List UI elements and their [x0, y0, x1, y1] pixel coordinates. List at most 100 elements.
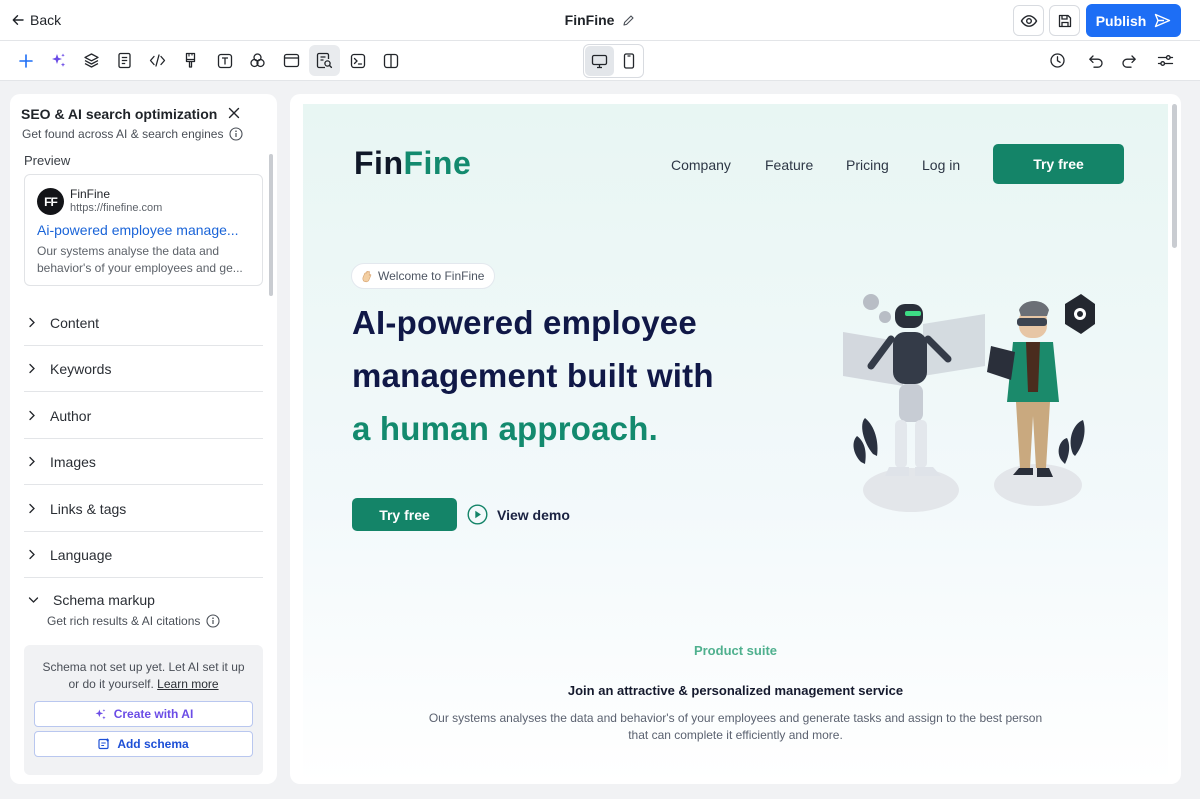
top-bar: Back FinFine Publish — [0, 0, 1200, 41]
history-icon — [1050, 53, 1065, 68]
panel-subtitle: Get found across AI & search engines — [22, 127, 244, 141]
layers-button[interactable] — [76, 45, 107, 76]
preview-description-line: behavior's of your employees and ge... — [37, 261, 243, 275]
publish-label: Publish — [1095, 12, 1147, 29]
preview-site-name: FinFine — [70, 187, 111, 201]
redo-icon — [1121, 54, 1136, 68]
sparkles-icon — [52, 53, 66, 67]
section-label: Keywords — [50, 360, 112, 377]
canvas-scrollbar[interactable] — [1172, 104, 1177, 248]
chevron-right-icon — [29, 456, 35, 467]
close-icon — [228, 107, 240, 119]
seo-panel: SEO & AI search optimization Get found a… — [10, 94, 277, 784]
view-demo-button[interactable]: View demo — [467, 504, 570, 525]
close-panel-button[interactable] — [227, 106, 241, 125]
save-icon — [1058, 14, 1071, 27]
add-schema-label: Add schema — [117, 737, 189, 751]
section-keywords[interactable]: Keywords — [24, 346, 263, 392]
settings-sliders-icon — [1157, 55, 1174, 66]
panel-title: SEO & AI search optimization — [21, 106, 218, 122]
redo-button[interactable] — [1113, 45, 1144, 76]
schema-message-line: Schema not set up yet. Let AI set it up — [42, 660, 245, 674]
add-element-button[interactable] — [10, 45, 41, 76]
hero-try-free-button[interactable]: Try free — [352, 498, 457, 531]
code-button[interactable] — [142, 45, 173, 76]
section-author[interactable]: Author — [24, 393, 263, 439]
panel-scrollbar[interactable] — [269, 154, 273, 296]
desktop-icon — [591, 54, 608, 68]
page-icon — [118, 52, 131, 69]
text-button[interactable] — [209, 45, 240, 76]
publish-button[interactable]: Publish — [1086, 4, 1181, 37]
ai-tool-button[interactable] — [43, 45, 74, 76]
preview-description-line: Our systems analyse the data and — [37, 244, 220, 258]
terminal-icon — [350, 53, 365, 68]
pages-button[interactable] — [109, 45, 140, 76]
site-favicon: FF — [37, 188, 64, 215]
create-with-ai-button[interactable]: Create with AI — [34, 701, 253, 727]
section-content[interactable]: Content — [24, 300, 263, 346]
preview-button[interactable] — [1013, 5, 1044, 36]
columns-icon — [383, 53, 398, 68]
eye-icon — [1020, 14, 1037, 27]
nav-company[interactable]: Company — [671, 157, 731, 173]
welcome-badge: Welcome to FinFine — [351, 263, 496, 289]
website-preview[interactable]: FinFine Company Feature Pricing Log in T… — [303, 104, 1168, 784]
add-document-icon — [98, 738, 110, 750]
code-icon — [149, 54, 166, 67]
section-language[interactable]: Language — [24, 532, 263, 578]
nav-try-free-button[interactable]: Try free — [993, 144, 1124, 184]
favicon-letters: FF — [44, 194, 58, 209]
schema-subtitle: Get rich results & AI citations — [47, 614, 220, 628]
chevron-right-icon — [29, 503, 35, 514]
mobile-view-button[interactable] — [614, 46, 643, 76]
nav-login[interactable]: Log in — [922, 157, 960, 173]
nav-pricing[interactable]: Pricing — [846, 157, 889, 173]
undo-button[interactable] — [1080, 45, 1111, 76]
layout-button[interactable] — [276, 45, 307, 76]
assets-icon — [250, 53, 265, 68]
split-view-button[interactable] — [375, 45, 406, 76]
save-button[interactable] — [1049, 5, 1080, 36]
pencil-icon[interactable] — [622, 14, 635, 27]
schema-empty-state: Schema not set up yet. Let AI set it up … — [24, 645, 263, 775]
play-icon — [467, 504, 488, 525]
section-schema-markup[interactable]: Schema markup — [24, 592, 155, 608]
wave-hand-icon — [362, 270, 372, 282]
section-label: Content — [50, 314, 100, 331]
suite-description-line: that can complete it efficiently and mor… — [628, 728, 843, 742]
add-schema-button[interactable]: Add schema — [34, 731, 253, 757]
device-toggle — [583, 44, 644, 78]
hero-heading-highlight: a human approach. — [352, 410, 658, 447]
style-button[interactable] — [175, 45, 206, 76]
editor-toolbar — [0, 41, 1200, 81]
section-links-tags[interactable]: Links & tags — [24, 486, 263, 532]
seo-icon — [316, 52, 333, 69]
search-preview-card: FF FinFine https://finefine.com Ai-power… — [24, 174, 263, 286]
section-images[interactable]: Images — [24, 439, 263, 485]
info-icon[interactable] — [206, 614, 220, 628]
document-title-text: FinFine — [564, 12, 615, 28]
seo-button[interactable] — [309, 45, 340, 76]
product-suite-tag: Product suite — [693, 643, 778, 658]
hero-illustration — [843, 294, 1095, 512]
info-icon[interactable] — [229, 127, 244, 141]
send-icon — [1155, 13, 1171, 28]
section-label: Author — [50, 407, 92, 424]
layout-icon — [283, 53, 300, 68]
assets-button[interactable] — [242, 45, 273, 76]
chevron-right-icon — [29, 410, 35, 421]
product-suite-description: Our systems analyses the data and behavi… — [413, 710, 1058, 744]
nav-feature[interactable]: Feature — [765, 157, 813, 173]
create-with-ai-label: Create with AI — [113, 707, 194, 721]
history-button[interactable] — [1042, 45, 1073, 76]
brush-icon — [185, 52, 196, 68]
settings-button[interactable] — [1150, 45, 1181, 76]
site-logo[interactable]: FinFine — [354, 145, 471, 182]
section-label: Language — [50, 546, 113, 563]
desktop-view-button[interactable] — [585, 46, 614, 76]
suite-description-line: Our systems analyses the data and behavi… — [428, 711, 1043, 725]
terminal-button[interactable] — [342, 45, 373, 76]
learn-more-link[interactable]: Learn more — [157, 677, 218, 691]
hero-heading-line: management built with — [352, 357, 714, 394]
